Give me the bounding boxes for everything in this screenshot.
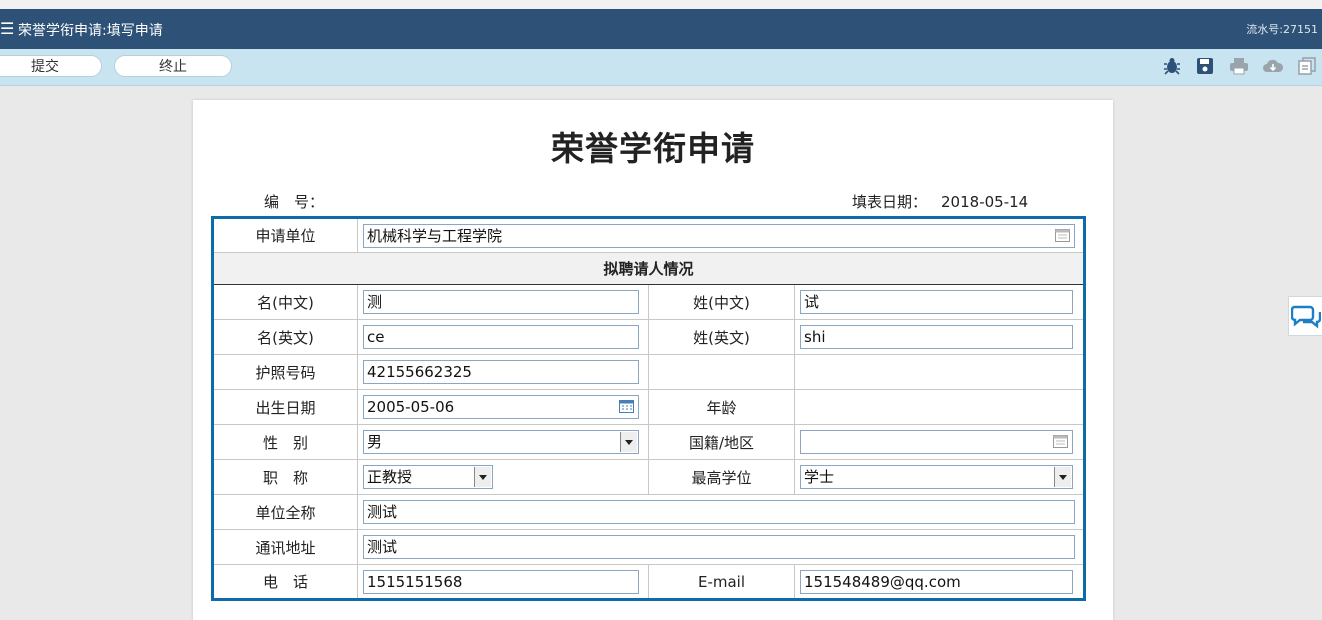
page-title: 荣誉学衔申请:填写申请	[18, 23, 163, 39]
org-full-input[interactable]: 测试	[363, 500, 1075, 524]
date-label: 填表日期：	[852, 193, 928, 211]
table-row: 职 称 正教授 最高学位 学士	[212, 459, 1085, 495]
table-row: 名(中文) 测 姓(中文) 试	[212, 284, 1085, 320]
app-header: ☰ 荣誉学衔申请:填写申请 流水号:27151	[0, 9, 1322, 49]
unit-label: 申请单位	[212, 217, 358, 253]
phone-input[interactable]: 1515151568	[363, 569, 639, 594]
age-label: 年龄	[648, 389, 795, 425]
form-date: 填表日期： 2018-05-14	[852, 191, 1028, 212]
chevron-down-icon[interactable]	[474, 467, 491, 487]
table-row: 单位全称 测试	[212, 494, 1085, 530]
chat-bubbles-icon[interactable]	[1288, 296, 1322, 336]
form-title: 荣誉学衔申请	[551, 129, 755, 168]
degree-select[interactable]: 学士	[800, 465, 1073, 489]
degree-value: 学士	[804, 468, 835, 486]
birth-date-label: 出生日期	[212, 389, 358, 425]
first-name-en-label: 名(英文)	[212, 319, 358, 355]
last-name-en-input[interactable]: shi	[800, 325, 1073, 349]
empty-cell	[648, 354, 795, 390]
chevron-down-icon[interactable]	[620, 432, 637, 452]
gender-label: 性 别	[212, 424, 358, 460]
table-row: 性 别 男 国籍/地区	[212, 424, 1085, 460]
title-value: 正教授	[367, 468, 413, 486]
hamburger-icon[interactable]: ☰	[0, 19, 14, 38]
chevron-down-icon[interactable]	[1054, 467, 1071, 487]
unit-field[interactable]: 机械科学与工程学院	[363, 223, 1075, 248]
birth-date-input[interactable]: 2005-05-06	[363, 395, 639, 419]
calendar-icon[interactable]	[619, 400, 634, 413]
table-row: 拟聘请人情况	[212, 252, 1085, 285]
birth-date-value: 2005-05-06	[367, 398, 455, 416]
form-number-label: 编 号：	[264, 193, 325, 211]
age-value	[794, 389, 1085, 425]
nationality-label: 国籍/地区	[648, 424, 795, 460]
cloud-download-icon[interactable]	[1262, 55, 1284, 77]
table-row: 电 话 1515151568 E-mail 151548489@qq.com	[212, 564, 1085, 600]
org-full-label: 单位全称	[212, 494, 358, 530]
first-name-cn-label: 名(中文)	[212, 284, 358, 320]
gender-value: 男	[367, 433, 383, 451]
submit-button[interactable]: 提交	[0, 55, 102, 77]
first-name-en-input[interactable]: ce	[363, 325, 639, 349]
unit-value: 机械科学与工程学院	[367, 226, 503, 245]
terminate-button[interactable]: 终止	[114, 55, 232, 77]
last-name-cn-input[interactable]: 试	[800, 290, 1073, 314]
picker-icon[interactable]	[1053, 435, 1068, 448]
last-name-cn-label: 姓(中文)	[648, 284, 795, 320]
address-label: 通讯地址	[212, 529, 358, 565]
table-row: 通讯地址 测试	[212, 529, 1085, 565]
table-row: 名(英文) ce 姓(英文) shi	[212, 319, 1085, 355]
degree-label: 最高学位	[648, 459, 795, 495]
title-select[interactable]: 正教授	[363, 465, 493, 489]
serial-number: 流水号:27151	[1246, 23, 1318, 36]
table-row: 护照号码 42155662325	[212, 354, 1085, 390]
first-name-cn-input[interactable]: 测	[363, 290, 639, 314]
toolbar: 提交 终止	[0, 49, 1322, 86]
copy-icon[interactable]	[1296, 55, 1318, 77]
date-value: 2018-05-14	[941, 193, 1029, 211]
save-icon[interactable]	[1194, 55, 1216, 77]
title-label: 职 称	[212, 459, 358, 495]
form-paper: 荣誉学衔申请 编 号： 填表日期： 2018-05-14 申请单位 机械科学与工程…	[193, 100, 1113, 620]
email-input[interactable]: 151548489@qq.com	[800, 569, 1073, 594]
last-name-en-label: 姓(英文)	[648, 319, 795, 355]
section-title: 拟聘请人情况	[212, 252, 1085, 285]
application-form-table: 申请单位 机械科学与工程学院 拟聘请人情况 名(中文) 测 姓(中文) 试 名(…	[211, 216, 1086, 601]
email-label: E-mail	[648, 564, 795, 600]
passport-label: 护照号码	[212, 354, 358, 390]
phone-label: 电 话	[212, 564, 358, 600]
nationality-field[interactable]	[800, 430, 1073, 454]
print-icon[interactable]	[1228, 55, 1250, 77]
gender-select[interactable]: 男	[363, 430, 639, 454]
address-input[interactable]: 测试	[363, 535, 1075, 559]
picker-icon[interactable]	[1055, 228, 1070, 242]
bug-icon[interactable]	[1161, 55, 1183, 77]
table-row: 出生日期 2005-05-06 年龄	[212, 389, 1085, 425]
table-row: 申请单位 机械科学与工程学院	[212, 217, 1085, 253]
empty-cell	[794, 354, 1085, 390]
passport-input[interactable]: 42155662325	[363, 360, 639, 384]
